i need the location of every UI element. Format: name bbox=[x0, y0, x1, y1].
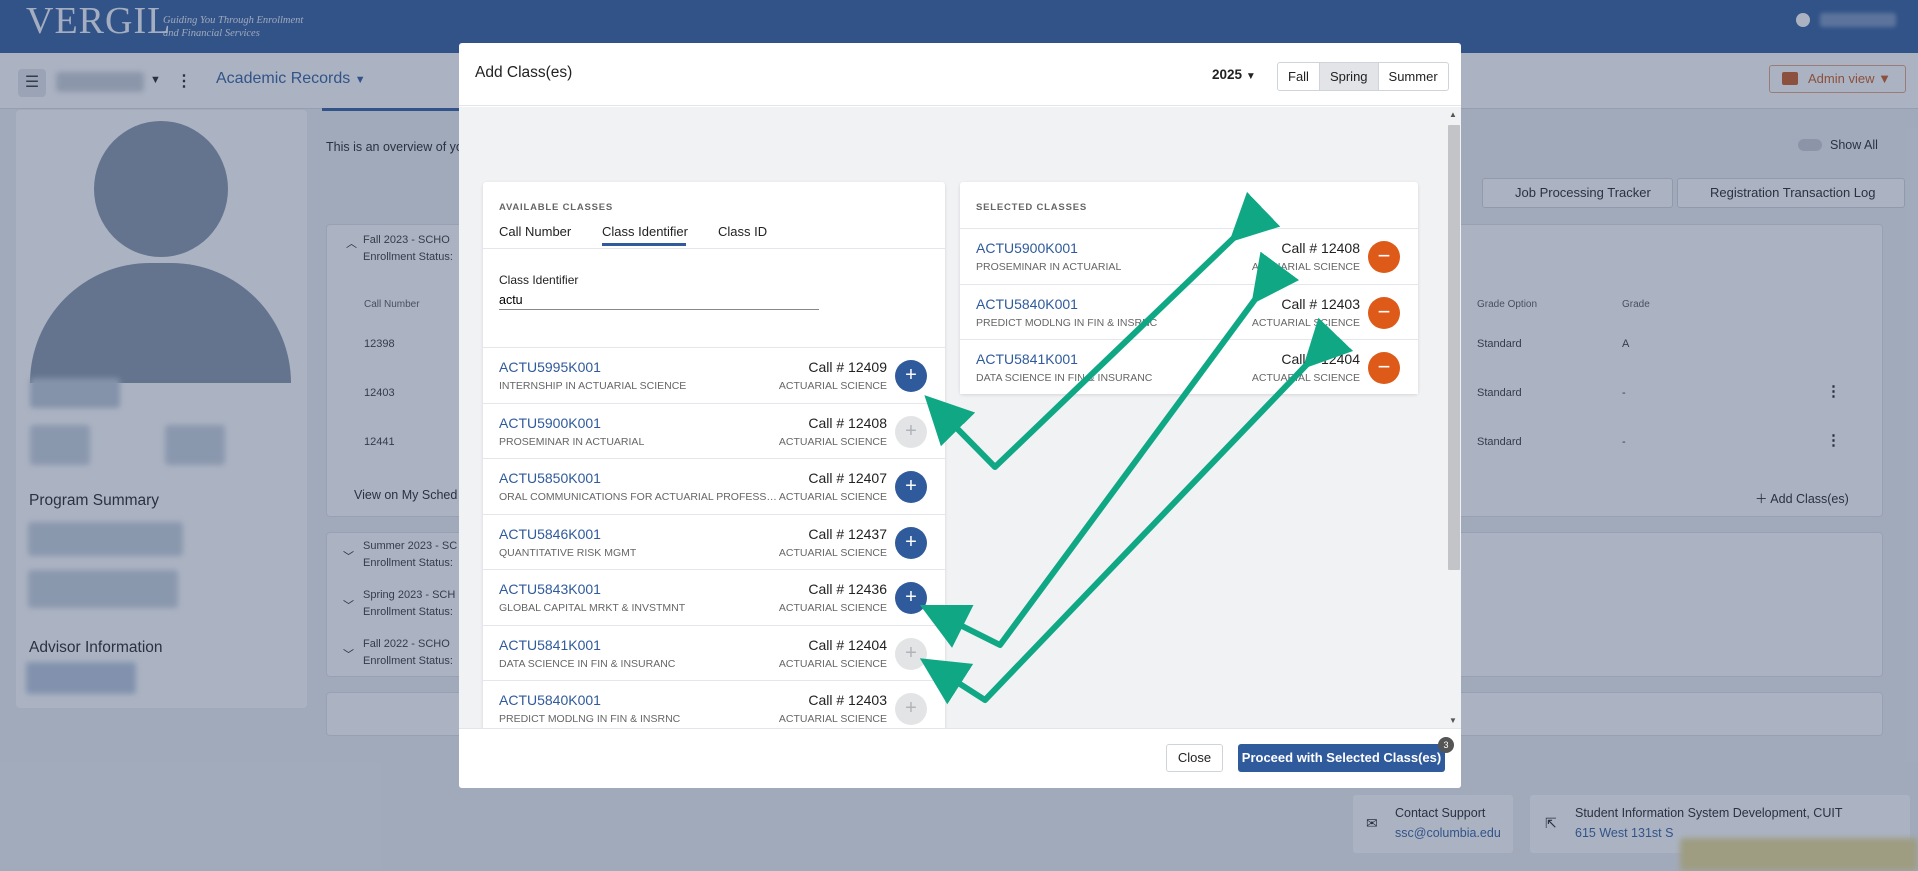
tab-class-id[interactable]: Class ID bbox=[718, 224, 767, 239]
active-tab-underline bbox=[602, 243, 686, 246]
close-button[interactable]: Close bbox=[1166, 744, 1223, 772]
tab-call-number[interactable]: Call Number bbox=[499, 224, 571, 239]
available-class-row: ACTU5995K001 INTERNSHIP IN ACTUARIAL SCIE… bbox=[483, 347, 945, 402]
term-spring-button[interactable]: Spring bbox=[1318, 63, 1378, 90]
proceed-button[interactable]: Proceed with Selected Class(es) bbox=[1238, 744, 1445, 772]
add-class-button: + bbox=[895, 693, 927, 725]
class-code-link[interactable]: ACTU5841K001 bbox=[499, 637, 601, 653]
department: ACTUARIAL SCIENCE bbox=[778, 435, 887, 448]
call-number: Call # 12408 bbox=[1281, 240, 1360, 256]
available-class-row: ACTU5900K001 PROSEMINAR IN ACTUARIAL Call … bbox=[483, 402, 945, 458]
term-fall-button[interactable]: Fall bbox=[1278, 63, 1319, 90]
add-class-button[interactable]: + bbox=[895, 360, 927, 392]
add-class-button: + bbox=[895, 415, 927, 448]
scroll-down-icon[interactable]: ▼ bbox=[1449, 716, 1457, 725]
class-code-link[interactable]: ACTU5843K001 bbox=[499, 581, 601, 597]
available-class-row: ACTU5841K001 DATA SCIENCE IN FIN & INSURA… bbox=[483, 624, 945, 680]
selected-classes-panel: SELECTED CLASSES ACTU5900K001 PROSEMINAR … bbox=[960, 182, 1418, 394]
add-class-button: + bbox=[895, 637, 927, 670]
class-name: QUANTITATIVE RISK MGMT bbox=[499, 546, 637, 559]
class-name: DATA SCIENCE IN FIN & INSURANC bbox=[976, 372, 1153, 384]
call-number: Call # 12404 bbox=[1281, 351, 1360, 367]
call-number: Call # 12408 bbox=[808, 414, 887, 431]
department: ACTUARIAL SCIENCE bbox=[778, 713, 887, 725]
class-identifier-input[interactable] bbox=[499, 290, 819, 310]
class-name: ORAL COMMUNICATIONS FOR ACTUARIAL PROFES… bbox=[499, 491, 777, 503]
modal-body: AVAILABLE CLASSES Call Number Class Iden… bbox=[459, 107, 1447, 728]
add-classes-modal: Add Class(es) 2025 ▼ Fall Spring Summer … bbox=[459, 43, 1461, 788]
call-number: Call # 12404 bbox=[808, 636, 887, 653]
scroll-up-icon[interactable]: ▲ bbox=[1449, 110, 1457, 119]
term-summer-button[interactable]: Summer bbox=[1377, 63, 1448, 90]
department: ACTUARIAL SCIENCE bbox=[1251, 316, 1360, 329]
selected-classes-heading: SELECTED CLASSES bbox=[976, 202, 1087, 213]
selected-class-row: ACTU5841K001 DATA SCIENCE IN FIN & INSURA… bbox=[960, 339, 1418, 394]
add-class-button[interactable]: + bbox=[895, 526, 927, 559]
class-identifier-label: Class Identifier bbox=[499, 273, 579, 287]
class-name: PROSEMINAR IN ACTUARIAL bbox=[976, 261, 1122, 273]
available-class-row: ACTU5850K001 ORAL COMMUNICATIONS FOR ACTU… bbox=[483, 458, 945, 513]
department: ACTUARIAL SCIENCE bbox=[778, 546, 887, 559]
class-code-link[interactable]: ACTU5846K001 bbox=[499, 526, 601, 542]
call-number: Call # 12409 bbox=[808, 359, 887, 375]
class-code-link[interactable]: ACTU5850K001 bbox=[499, 470, 601, 486]
class-name: PROSEMINAR IN ACTUARIAL bbox=[499, 435, 645, 448]
modal-title: Add Class(es) bbox=[475, 64, 573, 81]
class-code-link[interactable]: ACTU5995K001 bbox=[499, 359, 601, 375]
department: ACTUARIAL SCIENCE bbox=[778, 657, 887, 670]
selected-class-row: ACTU5900K001 PROSEMINAR IN ACTUARIAL Call … bbox=[960, 228, 1418, 283]
available-class-row: ACTU5843K001 GLOBAL CAPITAL MRKT & INVSTM… bbox=[483, 569, 945, 624]
selected-class-row: ACTU5840K001 PREDICT MODLNG IN FIN & INSR… bbox=[960, 283, 1418, 339]
call-number: Call # 12403 bbox=[808, 692, 887, 708]
class-code-link[interactable]: ACTU5840K001 bbox=[976, 296, 1078, 312]
remove-class-button[interactable]: − bbox=[1368, 241, 1400, 273]
available-classes-panel: AVAILABLE CLASSES Call Number Class Iden… bbox=[483, 182, 945, 728]
class-code-link[interactable]: ACTU5841K001 bbox=[976, 351, 1078, 367]
class-name: INTERNSHIP IN ACTUARIAL SCIENCE bbox=[499, 380, 687, 392]
add-class-button[interactable]: + bbox=[895, 582, 927, 614]
department: ACTUARIAL SCIENCE bbox=[778, 380, 887, 392]
call-number: Call # 12403 bbox=[1281, 295, 1360, 312]
call-number: Call # 12407 bbox=[808, 470, 887, 486]
divider bbox=[483, 248, 945, 249]
class-name: GLOBAL CAPITAL MRKT & INVSTMNT bbox=[499, 602, 686, 614]
class-name: PREDICT MODLNG IN FIN & INSRNC bbox=[499, 713, 681, 725]
department: ACTUARIAL SCIENCE bbox=[1251, 261, 1360, 273]
class-code-link[interactable]: ACTU5900K001 bbox=[499, 415, 601, 431]
class-name: PREDICT MODLNG IN FIN & INSRNC bbox=[976, 316, 1158, 329]
class-name: DATA SCIENCE IN FIN & INSURANC bbox=[499, 657, 676, 670]
add-class-button[interactable]: + bbox=[895, 471, 927, 503]
call-number: Call # 12436 bbox=[808, 581, 887, 597]
available-class-row: ACTU5840K001 PREDICT MODLNG IN FIN & INSR… bbox=[483, 680, 945, 728]
modal-footer: Close Proceed with Selected Class(es) 3 bbox=[459, 728, 1461, 788]
modal-header: Add Class(es) 2025 ▼ Fall Spring Summer bbox=[459, 43, 1461, 106]
year-selector[interactable]: 2025 ▼ bbox=[1212, 67, 1256, 82]
available-class-row: ACTU5846K001 QUANTITATIVE RISK MGMT Call #… bbox=[483, 513, 945, 569]
remove-class-button[interactable]: − bbox=[1368, 296, 1400, 329]
call-number: Call # 12437 bbox=[808, 525, 887, 542]
scrollbar-thumb[interactable] bbox=[1448, 125, 1460, 570]
tab-class-identifier[interactable]: Class Identifier bbox=[602, 224, 688, 239]
class-code-link[interactable]: ACTU5840K001 bbox=[499, 692, 601, 708]
department: ACTUARIAL SCIENCE bbox=[778, 491, 887, 503]
selected-count-badge: 3 bbox=[1438, 737, 1454, 753]
department: ACTUARIAL SCIENCE bbox=[1251, 372, 1360, 384]
remove-class-button[interactable]: − bbox=[1368, 352, 1400, 384]
department: ACTUARIAL SCIENCE bbox=[778, 602, 887, 614]
class-code-link[interactable]: ACTU5900K001 bbox=[976, 240, 1078, 256]
available-classes-heading: AVAILABLE CLASSES bbox=[499, 202, 614, 213]
term-toggle-group: Fall Spring Summer bbox=[1277, 62, 1449, 91]
